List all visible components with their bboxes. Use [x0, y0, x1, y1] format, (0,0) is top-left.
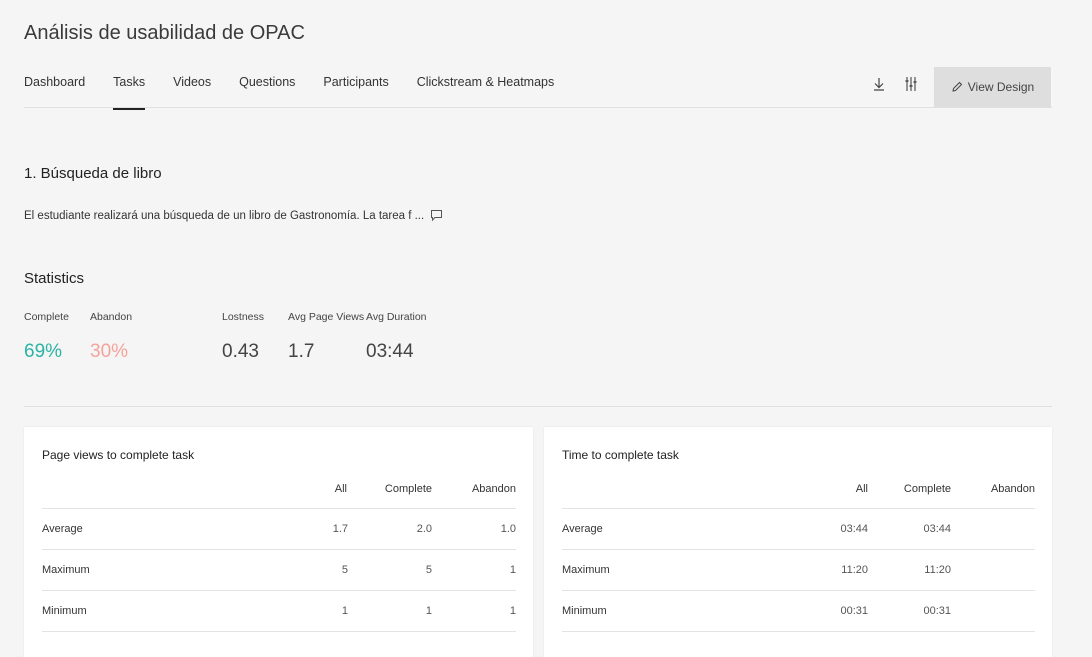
stat-avg-page-views-label: Avg Page Views [288, 311, 365, 323]
tab-dashboard[interactable]: Dashboard [24, 75, 85, 109]
nav-tabs: Dashboard Tasks Videos Questions Partici… [24, 75, 582, 110]
tab-tasks[interactable]: Tasks [113, 75, 145, 110]
task-title: 1. Búsqueda de libro [24, 165, 162, 182]
cell-all: 03:44 [840, 523, 868, 535]
row-label: Minimum [562, 605, 607, 617]
cell-complete: 1 [425, 605, 432, 617]
table-row: Average 03:44 03:44 [562, 508, 1035, 549]
cell-abandon: 1 [509, 605, 516, 617]
stat-complete-label: Complete [24, 311, 69, 323]
comment-icon[interactable] [430, 209, 443, 222]
stat-lostness-value: 0.43 [222, 341, 259, 362]
section-divider [24, 406, 1052, 407]
stat-avg-duration-label: Avg Duration [366, 311, 427, 323]
row-label: Minimum [42, 605, 87, 617]
stat-lostness-label: Lostness [222, 311, 265, 323]
row-label: Maximum [562, 564, 610, 576]
cell-all: 5 [341, 564, 348, 576]
statistics-title: Statistics [24, 270, 85, 287]
task-description-text: El estudiante realizará una búsqueda de … [24, 209, 425, 222]
cell-all: 1 [341, 605, 348, 617]
cell-abandon: 1.0 [500, 523, 516, 535]
tab-videos[interactable]: Videos [173, 75, 211, 109]
page-views-header-complete: Complete [384, 483, 432, 495]
view-design-label: View Design [967, 80, 1035, 94]
table-row: Minimum 00:31 00:31 [562, 590, 1035, 632]
view-design-button[interactable]: View Design [934, 67, 1051, 107]
cell-all: 11:20 [841, 564, 868, 576]
cell-all: 00:31 [840, 605, 868, 617]
page-views-header-abandon: Abandon [471, 483, 516, 495]
cell-all: 1.7 [332, 523, 348, 535]
tab-participants[interactable]: Participants [323, 75, 388, 109]
table-row: Maximum 11:20 11:20 [562, 549, 1035, 590]
time-header-abandon: Abandon [990, 483, 1035, 495]
stat-avg-page-views-value: 1.7 [288, 341, 315, 362]
nav-divider [24, 107, 1052, 108]
stat-abandon-label: Abandon [90, 311, 133, 323]
table-row: Average 1.7 2.0 1.0 [42, 508, 516, 549]
stat-complete-value: 69% [24, 341, 63, 362]
stat-avg-duration-value: 03:44 [366, 341, 414, 362]
row-label: Maximum [42, 564, 90, 576]
cell-complete: 00:31 [923, 605, 951, 617]
cell-complete: 5 [425, 564, 432, 576]
row-label: Average [42, 523, 83, 535]
page-views-card: Page views to complete task All Complete… [24, 427, 533, 657]
table-row: Maximum 5 5 1 [42, 549, 516, 590]
page-views-card-title: Page views to complete task [42, 448, 195, 462]
stat-abandon-value: 30% [90, 341, 129, 362]
page-title: Análisis de usabilidad de OPAC [24, 22, 305, 44]
tab-clickstream-heatmaps[interactable]: Clickstream & Heatmaps [417, 75, 555, 109]
app-root: Análisis de usabilidad de OPAC Dashboard… [0, 0, 1092, 657]
time-header-all: All [855, 483, 868, 495]
cell-complete: 11:20 [924, 564, 951, 576]
time-header-complete: Complete [903, 483, 951, 495]
table-row: Minimum 1 1 1 [42, 590, 516, 632]
time-card-title: Time to complete task [562, 448, 679, 462]
tab-questions[interactable]: Questions [239, 75, 295, 109]
sliders-icon[interactable] [903, 76, 919, 92]
row-label: Average [562, 523, 603, 535]
cell-abandon: 1 [509, 564, 516, 576]
task-description: El estudiante realizará una búsqueda de … [24, 209, 443, 222]
download-icon[interactable] [871, 76, 887, 92]
time-card: Time to complete task All Complete Aband… [544, 427, 1052, 657]
pencil-icon [952, 81, 962, 92]
cell-complete: 2.0 [416, 523, 432, 535]
cell-complete: 03:44 [923, 523, 951, 535]
page-views-header-all: All [334, 483, 347, 495]
